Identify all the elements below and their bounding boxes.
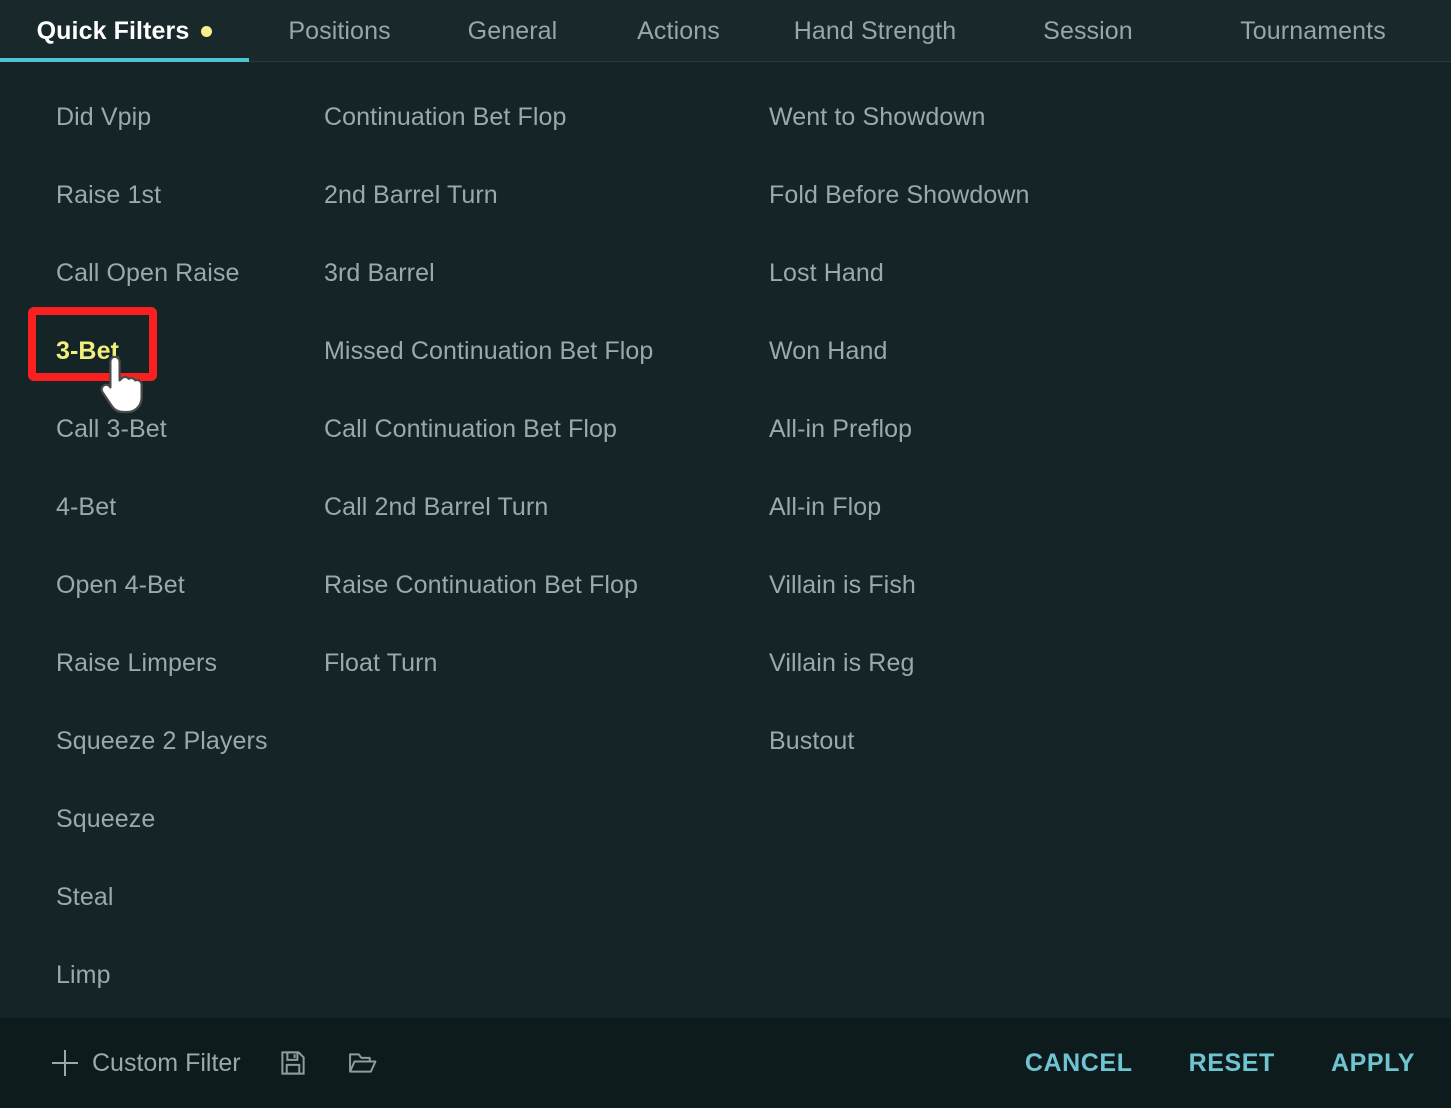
save-filter-button[interactable]: [267, 1037, 319, 1089]
quick-filters-dialog: Quick Filters Positions General Actions …: [0, 0, 1451, 1108]
active-filter-indicator-dot: [201, 25, 213, 37]
filter-item-fold-before-showdown[interactable]: Fold Before Showdown: [769, 156, 1254, 234]
dialog-footer: Custom Filter CANCEL RESET APPLY: [0, 1018, 1451, 1108]
tab-label: Positions: [288, 16, 391, 45]
filter-item-2nd-barrel-turn[interactable]: 2nd Barrel Turn: [324, 156, 754, 234]
cancel-button[interactable]: CANCEL: [1019, 1041, 1139, 1086]
filter-item-continuation-bet-flop[interactable]: Continuation Bet Flop: [324, 78, 754, 156]
plus-icon: [52, 1050, 78, 1076]
filter-item-villain-is-reg[interactable]: Villain is Reg: [769, 624, 1254, 702]
filter-item-squeeze[interactable]: Squeeze: [56, 780, 312, 858]
reset-button[interactable]: RESET: [1183, 1041, 1281, 1086]
quick-filters-panel: Did Vpip Raise 1st Call Open Raise 3-Bet…: [0, 62, 1451, 1018]
filter-item-call-open-raise[interactable]: Call Open Raise: [56, 234, 312, 312]
filter-item-lost-hand[interactable]: Lost Hand: [769, 234, 1254, 312]
filter-tab-bar: Quick Filters Positions General Actions …: [0, 0, 1451, 62]
filter-item-all-in-flop[interactable]: All-in Flop: [769, 468, 1254, 546]
tab-tournaments[interactable]: Tournaments: [1188, 0, 1438, 62]
filter-item-went-to-showdown[interactable]: Went to Showdown: [769, 78, 1254, 156]
filter-item-squeeze-2-players[interactable]: Squeeze 2 Players: [56, 702, 312, 780]
tab-general[interactable]: General: [430, 0, 595, 62]
tab-positions[interactable]: Positions: [249, 0, 430, 62]
filter-column-postflop: Continuation Bet Flop 2nd Barrel Turn 3r…: [312, 78, 754, 1018]
filter-item-call-continuation-bet-flop[interactable]: Call Continuation Bet Flop: [324, 390, 754, 468]
tab-label: Quick Filters: [36, 16, 190, 45]
tab-quick-filters[interactable]: Quick Filters: [0, 0, 249, 62]
open-filter-button[interactable]: [337, 1037, 389, 1089]
filter-item-steal[interactable]: Steal: [56, 858, 312, 936]
filter-item-limp[interactable]: Limp: [56, 936, 312, 1014]
filter-item-call-2nd-barrel-turn[interactable]: Call 2nd Barrel Turn: [324, 468, 754, 546]
filter-item-float-turn[interactable]: Float Turn: [324, 624, 754, 702]
apply-button[interactable]: APPLY: [1325, 1041, 1421, 1086]
filter-item-did-vpip[interactable]: Did Vpip: [56, 78, 312, 156]
floppy-disk-save-icon: [278, 1048, 308, 1078]
tab-label: General: [467, 16, 558, 45]
tab-label: Actions: [637, 16, 720, 45]
filter-item-3rd-barrel[interactable]: 3rd Barrel: [324, 234, 754, 312]
filter-item-raise-limpers[interactable]: Raise Limpers: [56, 624, 312, 702]
footer-left-group: Custom Filter: [44, 1037, 389, 1089]
filter-item-won-hand[interactable]: Won Hand: [769, 312, 1254, 390]
filter-item-open-4-bet[interactable]: Open 4-Bet: [56, 546, 312, 624]
filter-column-preflop: Did Vpip Raise 1st Call Open Raise 3-Bet…: [0, 78, 312, 1018]
filter-item-raise-1st[interactable]: Raise 1st: [56, 156, 312, 234]
footer-actions-group: CANCEL RESET APPLY: [1019, 1041, 1421, 1086]
filter-item-3-bet[interactable]: 3-Bet: [56, 312, 312, 390]
tab-label: Tournaments: [1240, 16, 1386, 45]
add-custom-filter-button[interactable]: Custom Filter: [44, 1043, 249, 1084]
filter-item-raise-continuation-bet-flop[interactable]: Raise Continuation Bet Flop: [324, 546, 754, 624]
tab-actions[interactable]: Actions: [595, 0, 762, 62]
tab-hand-strength[interactable]: Hand Strength: [762, 0, 988, 62]
open-folder-icon: [347, 1048, 379, 1078]
filter-item-missed-continuation-bet-flop[interactable]: Missed Continuation Bet Flop: [324, 312, 754, 390]
filter-item-call-3-bet[interactable]: Call 3-Bet: [56, 390, 312, 468]
filter-column-results: Went to Showdown Fold Before Showdown Lo…: [754, 78, 1254, 1018]
tab-label: Session: [1043, 16, 1133, 45]
tab-label: Hand Strength: [793, 16, 957, 45]
filter-item-4-bet[interactable]: 4-Bet: [56, 468, 312, 546]
filter-item-villain-is-fish[interactable]: Villain is Fish: [769, 546, 1254, 624]
tab-session[interactable]: Session: [988, 0, 1188, 62]
filter-item-bustout[interactable]: Bustout: [769, 702, 1254, 780]
filter-item-all-in-preflop[interactable]: All-in Preflop: [769, 390, 1254, 468]
custom-filter-label: Custom Filter: [92, 1048, 241, 1077]
